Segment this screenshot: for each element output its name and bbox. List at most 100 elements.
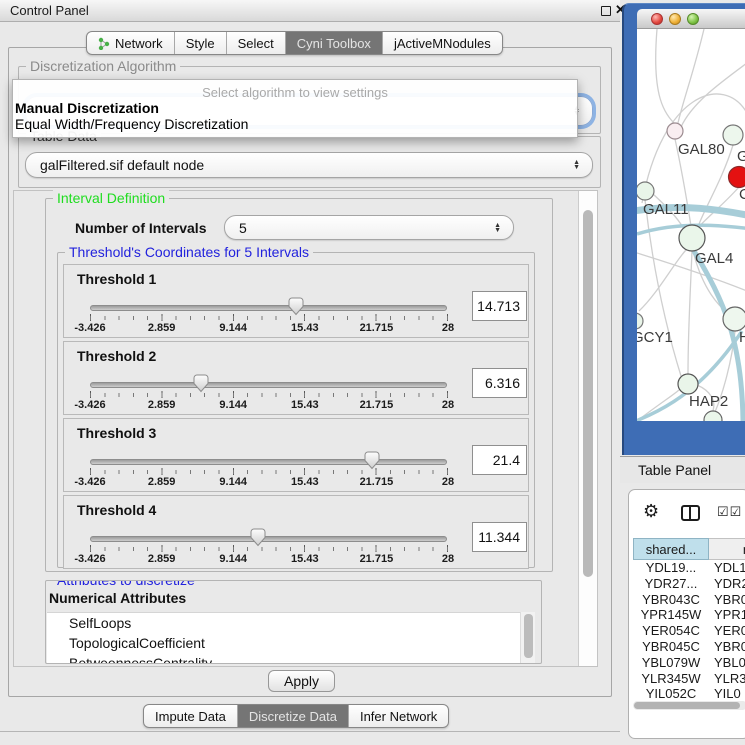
scale-tick-label: 2.859 [148,476,176,488]
node-gal11[interactable] [637,182,654,200]
node-label-gcy1: GCY1 [637,329,673,346]
list-item[interactable]: SelfLoops [47,613,520,633]
algorithm-placeholder-option[interactable]: Select algorithm to view settings [13,85,577,100]
scale-tick-label: 2.859 [148,399,176,411]
node-label-clipped-g: GA [737,148,745,165]
scrollbar-thumb[interactable] [583,210,593,577]
cell[interactable]: YIL0 [709,686,745,702]
gear-icon[interactable]: ⚙ [643,502,659,520]
num-intervals-value: 5 [239,220,247,236]
tab-jactivemnodules[interactable]: jActiveMNodules [382,32,502,54]
network-window-titlebar[interactable] [637,9,745,29]
cell[interactable]: YDR2 [709,576,745,592]
table-row[interactable]: YDR27... YDR2 [633,576,745,592]
list-item[interactable]: TopologicalCoefficient [47,633,520,653]
cell[interactable]: YBR045C [633,639,709,655]
cell[interactable]: YBR0 [709,639,745,655]
numerical-attributes-list: SelfLoops TopologicalCoefficient Between… [47,612,520,663]
algorithm-option-manual[interactable]: Manual Discretization [15,100,577,116]
list-item[interactable]: BetweennessCentrality [47,653,520,663]
zoom-traffic-light-icon[interactable] [687,13,699,25]
cell[interactable]: YIL052C [633,686,709,702]
table-row[interactable]: YBR045C YBR0 [633,639,745,655]
table-row[interactable]: YLR345W YLR3 [633,671,745,687]
threshold-4-slider-thumb[interactable] [250,528,266,547]
tab-impute-data-label: Impute Data [155,709,226,724]
threshold-1-slider-thumb[interactable] [288,297,304,316]
attributes-list-scrollbar[interactable] [520,612,535,663]
scale-tick-label: 21.715 [360,322,394,334]
cell[interactable]: YBR043C [633,592,709,608]
cell[interactable]: YPR1 [709,607,745,623]
tab-network[interactable]: Network [87,32,174,54]
num-intervals-spinner[interactable]: 5 ▲▼ [224,215,514,240]
node-gal80[interactable] [667,123,683,139]
threshold-2-value-field[interactable]: 6.316 [472,368,527,398]
scale-tick-label: 15.43 [291,322,319,334]
algorithm-group-label: Discretization Algorithm [26,58,180,74]
node-label-hap2: HAP2 [689,393,728,410]
table-row[interactable]: YDL19... YDL1 [633,560,745,576]
apply-button[interactable]: Apply [268,670,335,692]
table-row[interactable]: YBR043C YBR0 [633,592,745,608]
tab-select[interactable]: Select [226,32,285,54]
table-row[interactable]: YPR145W YPR1 [633,607,745,623]
network-canvas[interactable]: GAL80 GA C GAL11 GAL4 GCY1 H HAP2 [637,29,745,421]
table-row[interactable]: YER054C YER0 [633,623,745,639]
close-traffic-light-icon[interactable] [651,13,663,25]
scale-tick-label: 2.859 [148,553,176,565]
column-header-shared[interactable]: shared... [633,538,709,560]
scrollbar-thumb[interactable] [634,702,740,709]
cell[interactable]: YBR0 [709,592,745,608]
cell[interactable]: YBL079W [633,655,709,671]
node-red-selected[interactable] [729,167,745,188]
cell[interactable]: YER054C [633,623,709,639]
cell[interactable]: YDL19... [633,560,709,576]
float-window-icon[interactable] [601,6,611,16]
network-view-window[interactable]: GAL80 GA C GAL11 GAL4 GCY1 H HAP2 [622,3,745,455]
node-bottom[interactable] [704,411,722,421]
tab-style[interactable]: Style [174,32,226,54]
scale-tick-label: 15.43 [291,399,319,411]
table-data-combobox[interactable]: galFiltered.sif default node ▲▼ [25,152,593,178]
threshold-4-slider-track[interactable] [90,536,447,542]
minimize-traffic-light-icon[interactable] [669,13,681,25]
threshold-2-slider-track[interactable] [90,382,447,388]
cell[interactable]: YER0 [709,623,745,639]
columns-icon[interactable] [681,505,700,521]
algorithm-option-equal-width[interactable]: Equal Width/Frequency Discretization [15,116,577,132]
node-h[interactable] [723,307,745,331]
node-hap2[interactable] [678,374,698,394]
tab-impute-data[interactable]: Impute Data [144,705,237,727]
threshold-1-slider-track[interactable] [90,305,447,311]
tab-infer-network[interactable]: Infer Network [348,705,448,727]
threshold-1-value-field[interactable]: 14.713 [472,291,527,321]
threshold-2-slider-thumb[interactable] [193,374,209,393]
table-row[interactable]: YIL052C YIL0 [633,686,745,702]
scale-tick-label: 9.144 [219,322,247,334]
scrollbar-thumb[interactable] [524,614,533,658]
threshold-3-value-field[interactable]: 21.4 [472,445,527,475]
node-gal4[interactable] [679,225,705,251]
column-header-name[interactable]: n [709,538,745,560]
select-columns-checkboxes-icon[interactable]: ☑☑ [717,504,742,520]
combo-arrows-icon: ▲▼ [573,160,580,170]
node-gcy1[interactable] [637,313,643,329]
cell[interactable]: YDL1 [709,560,745,576]
table-row[interactable]: YBL079W YBL0 [633,655,745,671]
tab-discretize-data[interactable]: Discretize Data [237,705,348,727]
table-horizontal-scrollbar[interactable] [633,701,745,710]
tab-cyni-toolbox[interactable]: Cyni Toolbox [285,32,382,54]
attributes-group-label: Attributes to discretize [53,580,199,588]
cell[interactable]: YDR27... [633,576,709,592]
cell[interactable]: YLR345W [633,671,709,687]
node-green[interactable] [723,125,743,145]
threshold-3-slider-track[interactable] [90,459,447,465]
threshold-3-slider-thumb[interactable] [364,451,380,470]
threshold-4-value-field[interactable]: 11.344 [472,522,527,552]
settings-vertical-scrollbar[interactable] [578,191,598,666]
cell[interactable]: YLR3 [709,671,745,687]
cell[interactable]: YBL0 [709,655,745,671]
scale-tick-label: 21.715 [360,553,394,565]
cell[interactable]: YPR145W [633,607,709,623]
